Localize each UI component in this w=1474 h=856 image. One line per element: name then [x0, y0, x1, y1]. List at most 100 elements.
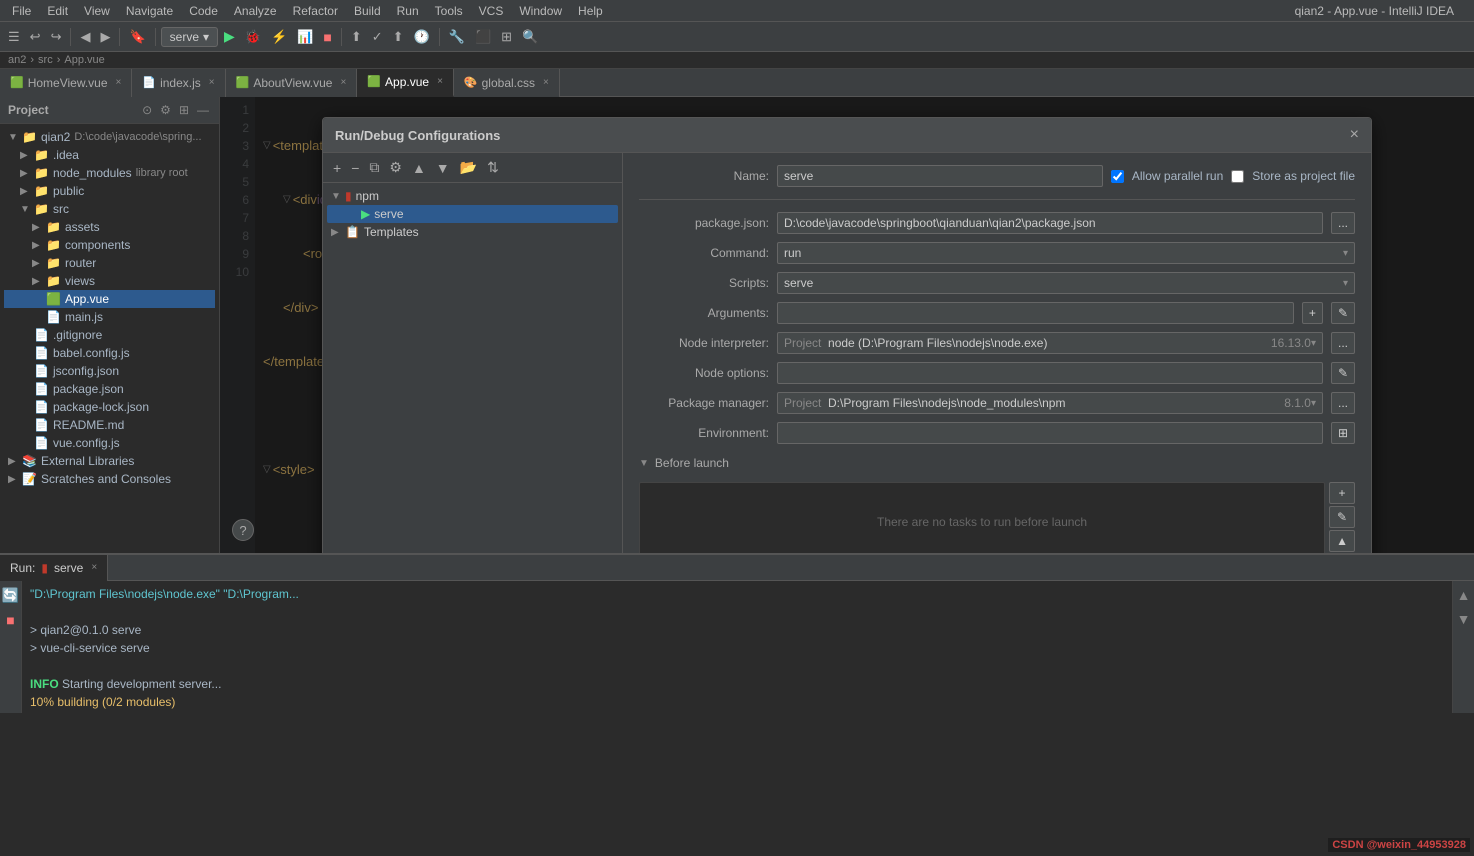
package-manager-select[interactable]: Project D:\Program Files\nodejs\node_mod… — [777, 392, 1323, 414]
before-launch-up-btn[interactable]: ▲ — [1329, 530, 1355, 552]
command-select[interactable]: run ▾ — [777, 242, 1355, 264]
menu-build[interactable]: Build — [346, 2, 389, 20]
menu-analyze[interactable]: Analyze — [226, 2, 285, 20]
menu-code[interactable]: Code — [181, 2, 226, 20]
dlg-tree-serve[interactable]: ▶ serve — [327, 205, 618, 223]
sidebar-item-babel[interactable]: 📄 babel.config.js — [4, 344, 215, 362]
tab-close-homeview[interactable]: × — [116, 77, 122, 88]
run-stop-btn[interactable]: ■ — [319, 27, 335, 47]
bottom-tab-run-close[interactable]: × — [91, 562, 97, 573]
package-manager-browse-btn[interactable]: ... — [1331, 392, 1355, 414]
run-play-btn[interactable]: ▶ — [220, 26, 239, 47]
sidebar-item-assets[interactable]: ▶ 📁 assets — [4, 218, 215, 236]
sidebar-locate-btn[interactable]: ⊙ — [140, 101, 154, 119]
scripts-select[interactable]: serve ▾ — [777, 272, 1355, 294]
node-options-input[interactable] — [777, 362, 1323, 384]
toolbar-redo[interactable]: ↪ — [47, 27, 66, 47]
node-interpreter-select[interactable]: Project node (D:\Program Files\nodejs\no… — [777, 332, 1323, 354]
sidebar-item-components[interactable]: ▶ 📁 components — [4, 236, 215, 254]
toolbar-forward[interactable]: ▶ — [96, 27, 114, 47]
menu-navigate[interactable]: Navigate — [118, 2, 181, 20]
environment-edit-btn[interactable]: ⊞ — [1331, 422, 1355, 444]
tab-close-globalcss[interactable]: × — [543, 77, 549, 88]
tab-globalcss[interactable]: 🎨 global.css × — [454, 69, 560, 97]
sidebar-item-appvue[interactable]: 🟩 App.vue — [4, 290, 215, 308]
sidebar-item-packagelock[interactable]: 📄 package-lock.json — [4, 398, 215, 416]
tab-close-indexjs[interactable]: × — [209, 77, 215, 88]
toolbar-back[interactable]: ◀ — [76, 27, 94, 47]
run-coverage-btn[interactable]: ⚡ — [267, 27, 291, 47]
sidebar-item-vueconfig[interactable]: 📄 vue.config.js — [4, 434, 215, 452]
sidebar-item-qian2[interactable]: ▼ 📁 qian2 D:\code\javacode\spring... — [4, 128, 215, 146]
toolbar-terminal[interactable]: ⬛ — [471, 27, 495, 47]
run-profile-btn[interactable]: 📊 — [293, 27, 317, 47]
menu-help[interactable]: Help — [570, 2, 611, 20]
dlg-copy-btn[interactable]: ⧉ — [365, 157, 383, 178]
menu-edit[interactable]: Edit — [39, 2, 76, 20]
toolbar-search[interactable]: 🔍 — [518, 27, 542, 47]
dlg-settings-btn[interactable]: ⚙ — [385, 157, 406, 178]
sidebar-close-btn[interactable]: — — [195, 101, 211, 119]
menu-refactor[interactable]: Refactor — [285, 2, 346, 20]
sidebar-item-router[interactable]: ▶ 📁 router — [4, 254, 215, 272]
sidebar-item-idea[interactable]: ▶ 📁 .idea — [4, 146, 215, 164]
tab-indexjs[interactable]: 📄 index.js × — [132, 69, 225, 97]
tab-aboutview[interactable]: 🟩 AboutView.vue × — [226, 69, 358, 97]
breadcrumb-part-1[interactable]: an2 — [8, 54, 26, 66]
bottom-restart-icon[interactable]: 🔄 — [0, 585, 21, 606]
dlg-tree-npm[interactable]: ▼ ▮ npm — [327, 187, 618, 205]
toolbar-git-history[interactable]: 🕐 — [410, 27, 434, 47]
menu-window[interactable]: Window — [511, 2, 570, 20]
package-json-input[interactable] — [777, 212, 1323, 234]
dlg-sort-btn[interactable]: ⇅ — [483, 157, 503, 178]
environment-input[interactable] — [777, 422, 1323, 444]
sidebar-item-jsconfig[interactable]: 📄 jsconfig.json — [4, 362, 215, 380]
sidebar-expand-btn[interactable]: ⊞ — [177, 101, 191, 119]
breadcrumb-part-3[interactable]: App.vue — [64, 54, 104, 66]
toolbar-bookmark[interactable]: 🔖 — [125, 27, 149, 47]
terminal-area[interactable]: "D:\Program Files\nodejs\node.exe" "D:\P… — [22, 581, 1452, 713]
sidebar-item-scratches[interactable]: ▶ 📝 Scratches and Consoles — [4, 470, 215, 488]
sidebar-item-external[interactable]: ▶ 📚 External Libraries — [4, 452, 215, 470]
name-input[interactable] — [777, 165, 1103, 187]
menu-vcs[interactable]: VCS — [471, 2, 512, 20]
sidebar-settings-btn[interactable]: ⚙ — [158, 101, 173, 119]
package-json-browse-btn[interactable]: ... — [1331, 212, 1355, 234]
toolbar-vcs-diff[interactable]: ⊞ — [497, 27, 516, 47]
arguments-input[interactable] — [777, 302, 1294, 324]
node-interpreter-browse-btn[interactable]: ... — [1331, 332, 1355, 354]
dlg-add-btn[interactable]: + — [329, 158, 345, 178]
dlg-remove-btn[interactable]: − — [347, 158, 363, 178]
dlg-up-btn[interactable]: ▲ — [408, 158, 430, 178]
arguments-edit-btn[interactable]: ✎ — [1331, 302, 1355, 324]
dialog-close-btn[interactable]: × — [1350, 126, 1359, 144]
tab-homeview[interactable]: 🟩 HomeView.vue × — [0, 69, 132, 97]
run-debug-btn[interactable]: 🐞 — [241, 27, 265, 47]
bottom-tab-run[interactable]: Run: ▮ serve × — [0, 555, 108, 581]
sidebar-item-readme[interactable]: 📄 README.md — [4, 416, 215, 434]
tab-close-aboutview[interactable]: × — [340, 77, 346, 88]
bottom-scroll-up-icon[interactable]: ▲ — [1455, 585, 1473, 605]
node-options-macro-btn[interactable]: ✎ — [1331, 362, 1355, 384]
bottom-scroll-down-icon[interactable]: ▼ — [1455, 609, 1473, 629]
toolbar-undo[interactable]: ↩ — [26, 27, 45, 47]
toolbar-wrench[interactable]: 🔧 — [445, 27, 469, 47]
tab-appvue[interactable]: 🟩 App.vue × — [357, 69, 454, 97]
sidebar-item-src[interactable]: ▼ 📁 src — [4, 200, 215, 218]
sidebar-item-public[interactable]: ▶ 📁 public — [4, 182, 215, 200]
arguments-add-btn[interactable]: + — [1302, 302, 1323, 324]
tab-close-appvue[interactable]: × — [437, 76, 443, 87]
menu-file[interactable]: File — [4, 2, 39, 20]
store-as-project-checkbox[interactable] — [1231, 170, 1244, 183]
dlg-folder-btn[interactable]: 📂 — [456, 157, 481, 178]
toolbar-git-commit[interactable]: ✓ — [368, 27, 387, 47]
bottom-stop-icon[interactable]: ■ — [4, 610, 16, 630]
dialog-help-btn[interactable]: ? — [232, 519, 254, 541]
allow-parallel-checkbox[interactable] — [1111, 170, 1124, 183]
sidebar-item-nodemodules[interactable]: ▶ 📁 node_modules library root — [4, 164, 215, 182]
toolbar-git-push[interactable]: ⬆ — [389, 27, 408, 47]
menu-tools[interactable]: Tools — [427, 2, 471, 20]
sidebar-item-packagejson[interactable]: 📄 package.json — [4, 380, 215, 398]
menu-run[interactable]: Run — [389, 2, 427, 20]
dlg-tree-templates[interactable]: ▶ 📋 Templates — [327, 223, 618, 241]
